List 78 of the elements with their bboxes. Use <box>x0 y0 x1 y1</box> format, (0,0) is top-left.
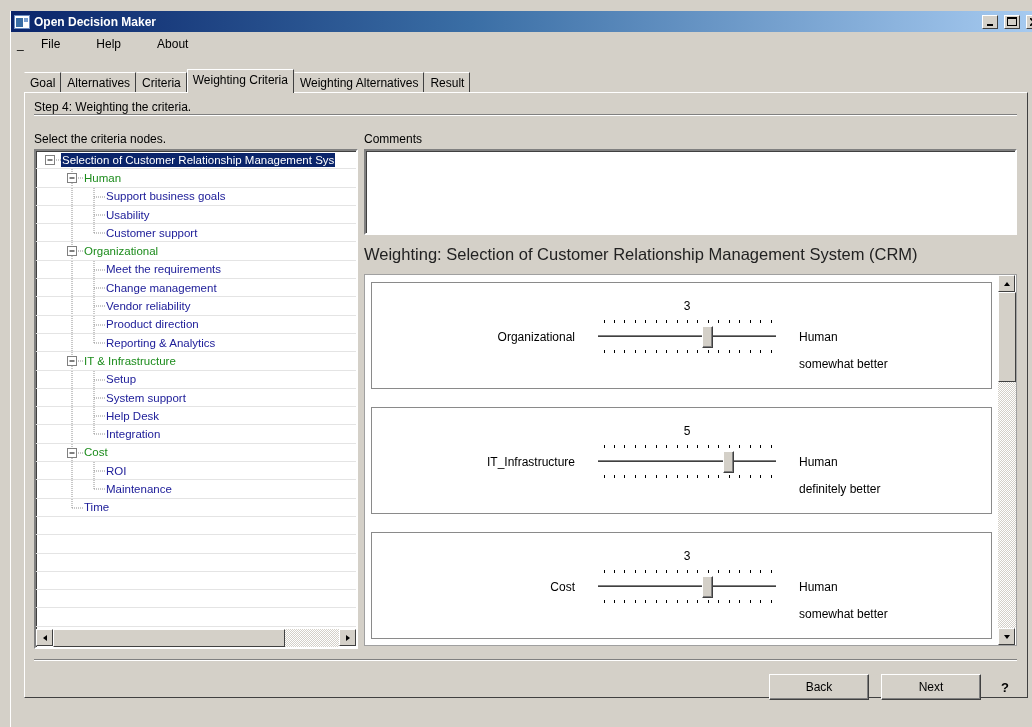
tab[interactable]: Weighting Criteria <box>186 69 294 93</box>
tree-node[interactable]: Maintenance <box>105 482 173 496</box>
tree-node[interactable]: Reporting & Analytics <box>105 335 217 350</box>
scroll-up-button[interactable] <box>998 275 1015 292</box>
tree-node[interactable]: Usability <box>105 207 151 222</box>
tab[interactable]: Criteria <box>136 72 187 92</box>
collapse-icon[interactable] <box>67 356 77 367</box>
verdict-label: somewhat better <box>799 357 889 371</box>
nav-button[interactable]: Next <box>881 674 981 700</box>
weighting-heading: Weighting: Selection of Customer Relationship Management System (CRM) <box>364 244 919 265</box>
collapse-icon[interactable] <box>67 447 77 458</box>
tree-line <box>93 187 105 206</box>
scroll-left-button[interactable] <box>36 629 53 646</box>
minimize-button[interactable] <box>982 14 998 29</box>
tree-node[interactable]: Vendor reliability <box>105 299 192 313</box>
tree-node[interactable]: Integration <box>105 427 162 442</box>
menu-handle: _ <box>17 37 25 51</box>
window-title: Open Decision Maker <box>34 14 158 29</box>
tree-line <box>93 297 105 316</box>
slider-thumb[interactable] <box>723 451 735 473</box>
scroll-right-button[interactable] <box>339 629 356 646</box>
tree-node[interactable]: Meet the requirements <box>105 262 223 277</box>
right-criterion: Human <box>799 580 839 594</box>
scrollbar-thumb[interactable] <box>53 629 285 647</box>
minimize-icon <box>987 23 993 26</box>
nav-button[interactable]: Back <box>769 674 869 700</box>
collapse-icon[interactable] <box>45 155 55 165</box>
slider-thumb[interactable] <box>702 576 714 598</box>
left-criterion: Cost <box>550 580 575 594</box>
down-arrow-icon <box>1002 632 1011 641</box>
tab[interactable]: Alternatives <box>61 72 137 92</box>
tree-node[interactable]: Selection of Customer Relationship Management Sys <box>61 152 336 167</box>
tab[interactable]: Result <box>424 72 471 92</box>
tree-node[interactable]: Help Desk <box>105 408 161 423</box>
tree-node[interactable]: ROI <box>105 463 128 478</box>
comments-field[interactable] <box>364 149 1017 235</box>
help-link[interactable]: ? <box>993 679 1017 695</box>
step-label: Step 4: Weighting the criteria. <box>34 99 193 114</box>
right-arrow-icon <box>343 633 352 642</box>
tree-line <box>93 279 105 298</box>
tree-line <box>93 388 105 407</box>
weight-value: 5 <box>683 424 691 440</box>
maximize-button[interactable] <box>1004 14 1020 29</box>
weight-value: 3 <box>683 299 691 315</box>
tree-node[interactable]: Cost <box>83 445 109 460</box>
tree-label: Select the criteria nodes. <box>34 132 168 148</box>
tree-line <box>93 260 105 279</box>
scroll-down-button[interactable] <box>998 628 1015 645</box>
collapse-icon[interactable] <box>67 246 77 257</box>
right-criterion: Human <box>799 330 839 344</box>
tree-node[interactable]: Prooduct direction <box>105 317 200 332</box>
tree-node[interactable]: Setup <box>105 372 138 387</box>
tab[interactable]: Goal <box>24 72 62 92</box>
slider-thumb[interactable] <box>702 326 714 348</box>
scrollbar-thumb[interactable] <box>998 292 1016 382</box>
tree-node[interactable]: IT & Infrastructure <box>83 353 177 368</box>
tab[interactable]: Weighting Alternatives <box>293 72 425 92</box>
weight-value: 3 <box>683 549 691 565</box>
right-criterion: Human <box>799 455 839 469</box>
collapse-icon[interactable] <box>67 173 77 184</box>
menu-item[interactable]: File <box>39 37 63 51</box>
tree-node[interactable]: System support <box>105 390 187 405</box>
app-icon <box>14 14 30 29</box>
maximize-icon <box>1007 17 1017 26</box>
tree-line <box>93 370 105 389</box>
menu-item[interactable]: About <box>155 37 191 51</box>
tree-node[interactable]: Organizational <box>83 244 160 259</box>
verdict-label: definitely better <box>799 482 882 496</box>
verdict-label: somewhat better <box>799 607 889 621</box>
tree-node[interactable]: Time <box>83 500 111 515</box>
comments-label: Comments <box>364 132 423 148</box>
tree-node[interactable]: Support business goals <box>105 189 227 204</box>
tree-node[interactable]: Change management <box>105 280 218 295</box>
tree-node[interactable]: Human <box>83 170 123 185</box>
left-criterion: IT_Infrastructure <box>486 455 575 469</box>
tree-node[interactable]: Customer support <box>105 225 199 240</box>
left-criterion: Organizational <box>497 330 575 344</box>
menu-item[interactable]: Help <box>94 37 124 51</box>
